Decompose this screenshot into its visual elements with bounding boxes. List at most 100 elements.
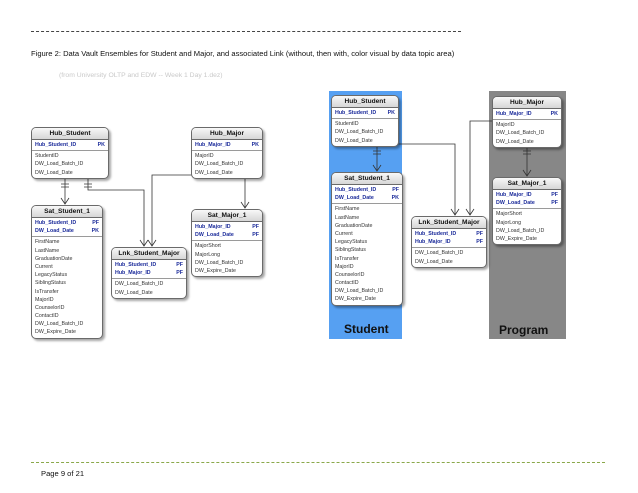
attr-row: FirstName	[35, 239, 60, 246]
key-name: Hub_Student_ID	[335, 187, 377, 193]
attr-row: DW_Load_Date	[35, 169, 73, 176]
key-name: Hub_Major_ID	[195, 142, 231, 148]
key-tag: PF	[551, 192, 558, 198]
attr-row: Current	[35, 263, 53, 270]
key-tag: PF	[476, 231, 483, 237]
key-row: DW_Load_Date PK	[335, 194, 399, 202]
attr-row: MajorShort	[496, 211, 522, 218]
entity-title: Lnk_Student_Major	[112, 248, 186, 260]
sat-major-1-entity[interactable]: Sat_Major_1 Hub_Major_ID PF DW_Load_Date P…	[191, 209, 263, 278]
lnk-student-major-entity[interactable]: Lnk_Student_Major Hub_Student_ID PF Hub_M…	[111, 247, 187, 299]
attr-row: LegacyStatus	[335, 239, 368, 246]
footer-rule	[31, 462, 605, 463]
entity-title: Hub_Student	[32, 128, 108, 140]
key-name: Hub_Major_ID	[415, 239, 451, 246]
key-name: Hub_Student_ID	[335, 110, 377, 116]
attr-row: CounselorID	[35, 304, 65, 311]
key-row: Hub_Major_ID PF	[415, 238, 483, 246]
hub-student-entity[interactable]: Hub_Student Hub_Student_ID PK StudentID D…	[31, 127, 109, 179]
attr-row: DW_Expire_Date	[496, 235, 537, 242]
entity-title: Hub_Major	[493, 97, 561, 109]
key-name: DW_Load_Date	[195, 232, 234, 239]
key-row: DW_Load_Date PK	[35, 227, 99, 235]
attr-row: DW_Load_Batch_ID	[115, 281, 164, 288]
attr-row: ContactID	[35, 313, 59, 320]
attr-row: MajorLong	[496, 219, 522, 226]
key-name: Hub_Major_ID	[496, 111, 532, 117]
attr-row: DW_Load_Date	[335, 137, 373, 144]
sat-student-1-entity-colored[interactable]: Sat_Student_1 Hub_Student_ID PF DW_Load_D…	[331, 172, 403, 306]
hub-student-entity-colored[interactable]: Hub_Student Hub_Student_ID PK StudentID D…	[331, 95, 399, 147]
attr-row: DW_Load_Date	[496, 138, 534, 145]
attr-row: StudentID	[35, 153, 59, 160]
key-row: Hub_Major_ID PF	[496, 191, 558, 199]
key-tag: PK	[391, 195, 399, 202]
key-tag: PK	[97, 142, 105, 148]
entity-title: Sat_Student_1	[332, 173, 402, 185]
attr-row: MajorID	[335, 263, 354, 270]
attr-row: SiblingStatus	[335, 247, 366, 254]
attr-row: DW_Load_Date	[415, 258, 453, 265]
key-row: DW_Load_Date PF	[496, 199, 558, 207]
attr-row: DW_Load_Batch_ID	[195, 161, 244, 168]
page-number: Page 9 of 21	[41, 469, 85, 478]
key-tag: PF	[551, 200, 558, 207]
attr-row: MajorID	[496, 122, 515, 129]
hub-major-entity[interactable]: Hub_Major Hub_Major_ID PK MajorID DW_Load…	[191, 127, 263, 179]
attr-row: DW_Load_Batch_ID	[496, 227, 545, 234]
key-name: DW_Load_Date	[35, 228, 74, 235]
attr-row: GraduationDate	[335, 222, 373, 229]
key-tag: PK	[91, 228, 99, 235]
attr-row: MajorLong	[195, 251, 221, 258]
key-tag: PF	[252, 232, 259, 239]
attr-row: DW_Load_Batch_ID	[335, 288, 384, 295]
key-row: Hub_Major_ID PK	[496, 110, 558, 118]
key-row: Hub_Student_ID PF	[335, 186, 399, 194]
key-row: Hub_Student_ID PF	[115, 261, 183, 269]
rel2-hubmajor-lnk	[469, 120, 492, 215]
key-tag: PK	[387, 110, 395, 116]
entity-title: Sat_Major_1	[192, 210, 262, 222]
attr-row: SiblingStatus	[35, 280, 66, 287]
entity-title: Hub_Major	[192, 128, 262, 140]
attr-row: DW_Load_Batch_ID	[415, 250, 464, 257]
key-name: Hub_Student_ID	[35, 220, 77, 226]
key-tag: PF	[92, 220, 99, 226]
attr-row: LastName	[335, 214, 360, 221]
sat-major-1-entity-colored[interactable]: Sat_Major_1 Hub_Major_ID PF DW_Load_Date P…	[492, 177, 562, 246]
entity-title: Hub_Student	[332, 96, 398, 108]
key-row: Hub_Student_ID PF	[415, 230, 483, 238]
attr-row: DW_Load_Batch_ID	[195, 259, 244, 266]
attr-row: IsTransfer	[35, 288, 59, 295]
attr-row: CounselorID	[335, 271, 365, 278]
entity-title: Sat_Major_1	[493, 178, 561, 190]
key-name: Hub_Major_ID	[195, 224, 231, 230]
key-tag: PK	[251, 142, 259, 148]
attr-row: ContactID	[335, 280, 359, 287]
key-row: Hub_Student_ID PF	[35, 219, 99, 227]
attr-row: DW_Load_Batch_ID	[35, 161, 84, 168]
key-name: DW_Load_Date	[496, 200, 535, 207]
entity-title: Lnk_Student_Major	[412, 217, 486, 229]
attr-row: MajorID	[35, 296, 54, 303]
key-row: Hub_Student_ID PK	[335, 109, 395, 117]
attr-row: Current	[335, 230, 353, 237]
key-row: Hub_Major_ID PF	[195, 223, 259, 231]
key-name: Hub_Student_ID	[115, 262, 157, 268]
sat-student-1-entity[interactable]: Sat_Student_1 Hub_Student_ID PF DW_Load_D…	[31, 205, 103, 339]
key-row: Hub_Major_ID PK	[195, 141, 259, 149]
key-row: DW_Load_Date PF	[195, 231, 259, 239]
attr-row: DW_Load_Date	[195, 169, 233, 176]
lnk-student-major-entity-colored[interactable]: Lnk_Student_Major Hub_Student_ID PF Hub_M…	[411, 216, 487, 268]
attr-row: FirstName	[335, 206, 360, 213]
attr-row: DW_Expire_Date	[195, 267, 236, 274]
attr-row: DW_Expire_Date	[35, 329, 76, 336]
attr-row: DW_Load_Batch_ID	[335, 129, 384, 136]
key-name: Hub_Student_ID	[415, 231, 457, 237]
hub-major-entity-colored[interactable]: Hub_Major Hub_Major_ID PK MajorID DW_Load…	[492, 96, 562, 148]
key-name: Hub_Major_ID	[115, 270, 151, 277]
key-tag: PF	[392, 187, 399, 193]
attr-row: DW_Expire_Date	[335, 296, 376, 303]
attr-row: GraduationDate	[35, 255, 73, 262]
key-row: Hub_Student_ID PK	[35, 141, 105, 149]
